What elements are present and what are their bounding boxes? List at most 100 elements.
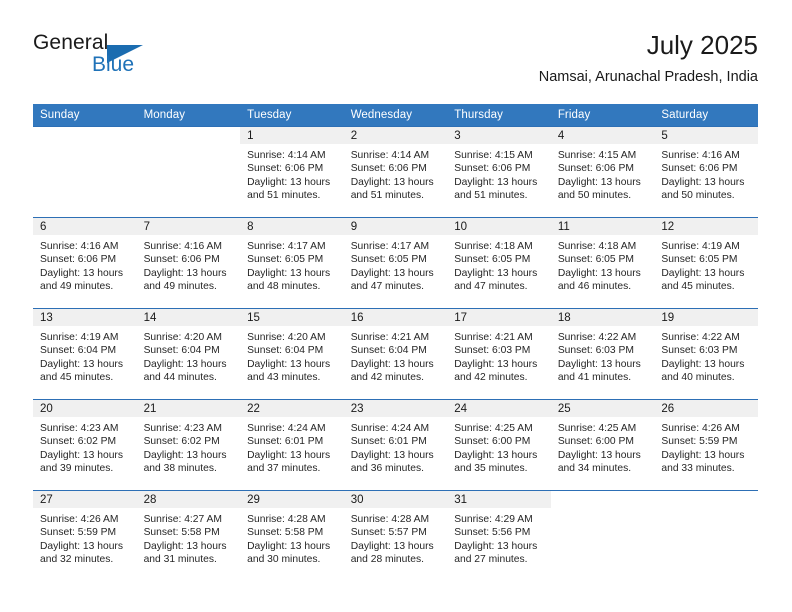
- day-number: 19: [654, 309, 758, 326]
- daylight-text-line2: and 37 minutes.: [247, 462, 321, 474]
- day-cell-inner: 21 Sunrise: 4:23 AM Sunset: 6:02 PM Dayligh…: [136, 400, 241, 488]
- daylight-text-line2: and 47 minutes.: [454, 280, 528, 292]
- calendar-day-cell[interactable]: 9 Sunrise: 4:17 AM Sunset: 6:05 PM Daylight…: [343, 217, 448, 309]
- day-cell-inner: 25 Sunrise: 4:25 AM Sunset: 6:00 PM Dayligh…: [550, 400, 655, 488]
- sunrise-text: Sunrise: 4:20 AM: [143, 332, 222, 343]
- daylight-text-line2: and 33 minutes.: [661, 462, 735, 474]
- day-number: 11: [550, 218, 655, 235]
- calendar-day-cell[interactable]: 1 Sunrise: 4:14 AM Sunset: 6:06 PM Daylight…: [240, 126, 344, 218]
- day-number: 7: [136, 218, 241, 235]
- calendar-day-cell[interactable]: 4 Sunrise: 4:15 AM Sunset: 6:06 PM Daylight…: [550, 126, 655, 218]
- daylight-text-line1: Daylight: 13 hours: [661, 176, 745, 188]
- sunset-text: Sunset: 6:06 PM: [454, 163, 531, 175]
- calendar-day-cell[interactable]: 3 Sunrise: 4:15 AM Sunset: 6:06 PM Daylight…: [447, 126, 551, 218]
- day-cell-inner: 27 Sunrise: 4:26 AM Sunset: 5:59 PM Dayligh…: [33, 491, 137, 579]
- sunrise-text: Sunrise: 4:15 AM: [454, 150, 533, 161]
- sunset-text: Sunset: 6:04 PM: [143, 345, 220, 357]
- daylight-text-line2: and 42 minutes.: [454, 371, 528, 383]
- calendar-day-cell[interactable]: 16 Sunrise: 4:21 AM Sunset: 6:04 PM Dayligh…: [343, 308, 448, 400]
- daylight-text-line1: Daylight: 13 hours: [143, 540, 227, 552]
- day-number: 29: [240, 491, 344, 508]
- calendar-day-cell[interactable]: 18 Sunrise: 4:22 AM Sunset: 6:03 PM Dayligh…: [550, 308, 655, 400]
- daylight-text-line2: and 51 minutes.: [247, 189, 321, 201]
- calendar-day-cell[interactable]: 14 Sunrise: 4:20 AM Sunset: 6:04 PM Dayligh…: [136, 308, 241, 400]
- calendar-day-cell[interactable]: 7 Sunrise: 4:16 AM Sunset: 6:06 PM Daylight…: [136, 217, 241, 309]
- sunset-text: Sunset: 5:58 PM: [247, 527, 324, 539]
- day-cell-inner: [551, 491, 655, 579]
- calendar-day-cell[interactable]: 19 Sunrise: 4:22 AM Sunset: 6:03 PM Dayligh…: [654, 308, 758, 400]
- day-number: 15: [240, 309, 344, 326]
- day-sun-info: Sunrise: 4:18 AM Sunset: 6:05 PM Daylight:…: [447, 235, 551, 293]
- calendar-day-cell[interactable]: 17 Sunrise: 4:21 AM Sunset: 6:03 PM Dayligh…: [447, 308, 551, 400]
- calendar-empty-cell: [550, 490, 655, 581]
- calendar-day-cell[interactable]: 25 Sunrise: 4:25 AM Sunset: 6:00 PM Dayligh…: [550, 399, 655, 491]
- day-number: [654, 491, 758, 508]
- sunset-text: Sunset: 6:06 PM: [143, 254, 220, 266]
- day-number: 31: [447, 491, 551, 508]
- weekday-header-friday: Friday: [550, 104, 655, 127]
- calendar-week-row: 1 Sunrise: 4:14 AM Sunset: 6:06 PM Daylight…: [33, 126, 758, 218]
- calendar-day-cell[interactable]: 8 Sunrise: 4:17 AM Sunset: 6:05 PM Daylight…: [240, 217, 344, 309]
- daylight-text-line1: Daylight: 13 hours: [661, 449, 745, 461]
- day-sun-info: Sunrise: 4:20 AM Sunset: 6:04 PM Daylight:…: [240, 326, 344, 384]
- daylight-text-line1: Daylight: 13 hours: [454, 540, 538, 552]
- calendar-day-cell[interactable]: 29 Sunrise: 4:28 AM Sunset: 5:58 PM Dayligh…: [240, 490, 344, 581]
- calendar-day-cell[interactable]: 22 Sunrise: 4:24 AM Sunset: 6:01 PM Dayligh…: [240, 399, 344, 491]
- sunset-text: Sunset: 5:57 PM: [350, 527, 427, 539]
- calendar-day-cell[interactable]: 13 Sunrise: 4:19 AM Sunset: 6:04 PM Dayligh…: [33, 308, 137, 400]
- daylight-text-line1: Daylight: 13 hours: [557, 267, 641, 279]
- calendar-day-cell[interactable]: 26 Sunrise: 4:26 AM Sunset: 5:59 PM Dayligh…: [654, 399, 758, 491]
- sunset-text: Sunset: 6:05 PM: [661, 254, 738, 266]
- calendar-day-cell[interactable]: 6 Sunrise: 4:16 AM Sunset: 6:06 PM Daylight…: [33, 217, 137, 309]
- calendar-day-cell[interactable]: 12 Sunrise: 4:19 AM Sunset: 6:05 PM Dayligh…: [654, 217, 758, 309]
- daylight-text-line2: and 43 minutes.: [247, 371, 321, 383]
- daylight-text-line2: and 39 minutes.: [40, 462, 114, 474]
- calendar-day-cell[interactable]: 28 Sunrise: 4:27 AM Sunset: 5:58 PM Dayligh…: [136, 490, 241, 581]
- day-number: 12: [654, 218, 758, 235]
- daylight-text-line1: Daylight: 13 hours: [557, 449, 641, 461]
- daylight-text-line2: and 45 minutes.: [40, 371, 114, 383]
- daylight-text-line1: Daylight: 13 hours: [454, 267, 538, 279]
- calendar-day-cell[interactable]: 23 Sunrise: 4:24 AM Sunset: 6:01 PM Dayligh…: [343, 399, 448, 491]
- weekday-header-tuesday: Tuesday: [240, 104, 344, 127]
- day-number: 20: [33, 400, 137, 417]
- day-number: 17: [447, 309, 551, 326]
- calendar-day-cell[interactable]: 2 Sunrise: 4:14 AM Sunset: 6:06 PM Daylight…: [343, 126, 448, 218]
- calendar-day-cell[interactable]: 31 Sunrise: 4:29 AM Sunset: 5:56 PM Dayligh…: [447, 490, 551, 581]
- day-sun-info: Sunrise: 4:24 AM Sunset: 6:01 PM Daylight:…: [240, 417, 344, 475]
- day-cell-inner: 4 Sunrise: 4:15 AM Sunset: 6:06 PM Daylight…: [550, 127, 655, 215]
- daylight-text-line1: Daylight: 13 hours: [143, 449, 227, 461]
- day-cell-inner: 23 Sunrise: 4:24 AM Sunset: 6:01 PM Dayligh…: [343, 400, 448, 488]
- calendar-day-cell[interactable]: 20 Sunrise: 4:23 AM Sunset: 6:02 PM Dayligh…: [33, 399, 137, 491]
- daylight-text-line1: Daylight: 13 hours: [350, 358, 434, 370]
- day-sun-info: Sunrise: 4:23 AM Sunset: 6:02 PM Daylight:…: [33, 417, 137, 475]
- day-cell-inner: 29 Sunrise: 4:28 AM Sunset: 5:58 PM Dayligh…: [240, 491, 344, 579]
- page-header: General Blue July 2025 Namsai, Arunachal…: [33, 28, 758, 96]
- calendar-day-cell[interactable]: 5 Sunrise: 4:16 AM Sunset: 6:06 PM Daylight…: [654, 126, 758, 218]
- sunrise-text: Sunrise: 4:16 AM: [40, 241, 119, 252]
- sunrise-text: Sunrise: 4:17 AM: [350, 241, 430, 252]
- calendar-day-cell[interactable]: 21 Sunrise: 4:23 AM Sunset: 6:02 PM Dayligh…: [136, 399, 241, 491]
- calendar-day-cell[interactable]: 15 Sunrise: 4:20 AM Sunset: 6:04 PM Dayligh…: [240, 308, 344, 400]
- daylight-text-line1: Daylight: 13 hours: [143, 267, 227, 279]
- general-blue-logo[interactable]: General Blue: [33, 32, 213, 88]
- day-sun-info: Sunrise: 4:18 AM Sunset: 6:05 PM Daylight:…: [551, 235, 655, 293]
- sunrise-text: Sunrise: 4:21 AM: [454, 332, 533, 343]
- sunrise-text: Sunrise: 4:25 AM: [557, 423, 637, 434]
- sunset-text: Sunset: 6:03 PM: [557, 345, 634, 357]
- sunset-text: Sunset: 6:00 PM: [557, 436, 634, 448]
- calendar-day-cell[interactable]: 24 Sunrise: 4:25 AM Sunset: 6:00 PM Dayligh…: [447, 399, 551, 491]
- daylight-text-line1: Daylight: 13 hours: [247, 267, 331, 279]
- day-cell-inner: 2 Sunrise: 4:14 AM Sunset: 6:06 PM Daylight…: [343, 127, 448, 215]
- day-number: 24: [447, 400, 551, 417]
- sunrise-text: Sunrise: 4:20 AM: [247, 332, 326, 343]
- calendar-day-cell[interactable]: 10 Sunrise: 4:18 AM Sunset: 6:05 PM Dayligh…: [447, 217, 551, 309]
- sunset-text: Sunset: 5:58 PM: [143, 527, 220, 539]
- daylight-text-line1: Daylight: 13 hours: [350, 449, 434, 461]
- calendar-day-cell[interactable]: 11 Sunrise: 4:18 AM Sunset: 6:05 PM Dayligh…: [550, 217, 655, 309]
- day-cell-inner: 11 Sunrise: 4:18 AM Sunset: 6:05 PM Dayligh…: [550, 218, 655, 306]
- daylight-text-line1: Daylight: 13 hours: [143, 358, 227, 370]
- daylight-text-line1: Daylight: 13 hours: [350, 540, 434, 552]
- calendar-day-cell[interactable]: 30 Sunrise: 4:28 AM Sunset: 5:57 PM Dayligh…: [343, 490, 448, 581]
- calendar-day-cell[interactable]: 27 Sunrise: 4:26 AM Sunset: 5:59 PM Dayligh…: [33, 490, 137, 581]
